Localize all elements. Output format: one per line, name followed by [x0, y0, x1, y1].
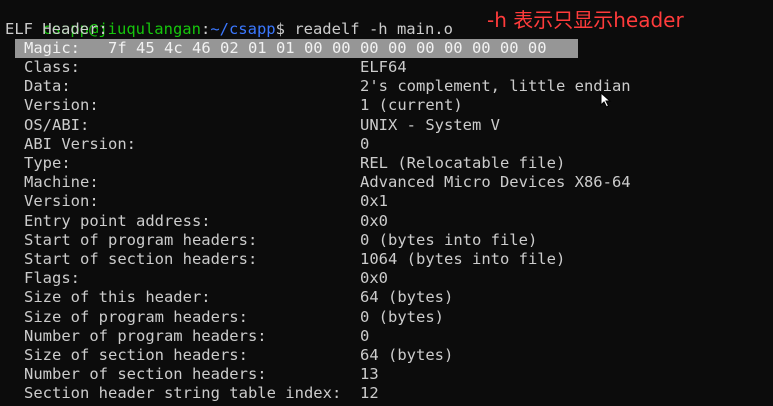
field-label: Size of this header:: [24, 288, 211, 306]
field-label: Class:: [24, 58, 80, 76]
field-value: 1 (current): [360, 96, 463, 114]
prompt-symbol: $: [275, 20, 295, 38]
field-value: 0: [360, 135, 370, 153]
field-value: 0x1: [360, 192, 388, 210]
magic-label: Magic:: [24, 39, 80, 57]
field-label: Flags:: [24, 269, 80, 287]
field-label: Start of program headers:: [24, 231, 258, 249]
field-value: UNIX - System V: [360, 116, 500, 134]
field-label: Number of program headers:: [24, 327, 267, 345]
magic-bytes: 7f 45 4c 46 02 01 01 00 00 00 00 00 00 0…: [108, 39, 547, 57]
field-label: Number of section headers:: [24, 365, 267, 383]
field-value: Advanced Micro Devices X86-64: [360, 173, 631, 191]
field-label: OS/ABI:: [24, 116, 90, 134]
field-value: 12: [360, 384, 379, 402]
field-label: Version:: [24, 192, 99, 210]
command-line: csapp@jiuqulangan:~/csapp$ readelf -h ma…: [5, 1, 453, 38]
prompt-path: ~/csapp: [210, 20, 276, 38]
field-value: 64 (bytes): [360, 288, 454, 306]
field-label: Size of section headers:: [24, 346, 248, 364]
field-value: ELF64: [360, 58, 407, 76]
field-label: ABI Version:: [24, 135, 136, 153]
field-value: 0x0: [360, 269, 388, 287]
field-label: Start of section headers:: [24, 250, 258, 268]
magic-row: Magic: 7f 45 4c 46 02 01 01 00 00 00 00 …: [24, 39, 547, 58]
field-value: REL (Relocatable file): [360, 154, 566, 172]
elf-header-title: ELF Header:: [5, 20, 108, 38]
field-value: 0x0: [360, 212, 388, 230]
field-label: Machine:: [24, 173, 99, 191]
command-text: readelf -h main.o: [294, 20, 453, 38]
field-value: 1064 (bytes into file): [360, 250, 566, 268]
field-value: 0 (bytes): [360, 308, 444, 326]
field-value: 64 (bytes): [360, 346, 454, 364]
mouse-cursor-icon: [600, 92, 612, 108]
field-value: 0: [360, 327, 370, 345]
field-value: 0 (bytes into file): [360, 231, 538, 249]
field-label: Section header string table index:: [24, 384, 342, 402]
field-value: 13: [360, 365, 379, 383]
field-label: Data:: [24, 77, 71, 95]
field-label: Version:: [24, 96, 99, 114]
field-value: 2's complement, little endian: [360, 77, 631, 95]
terminal-window[interactable]: csapp@jiuqulangan:~/csapp$ readelf -h ma…: [0, 0, 773, 406]
field-label: Size of program headers:: [24, 308, 248, 326]
field-label: Entry point address:: [24, 212, 211, 230]
field-label: Type:: [24, 154, 71, 172]
annotation-note: -h 表示只显示header: [487, 8, 684, 32]
prompt-colon: :: [200, 20, 211, 38]
